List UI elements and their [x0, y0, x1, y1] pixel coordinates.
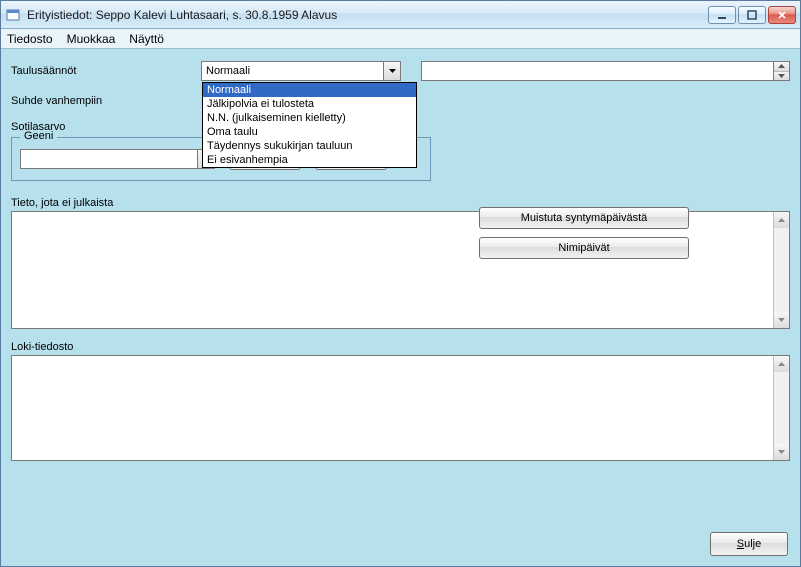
menu-bar: Tiedosto Muokkaa Näyttö	[1, 29, 800, 49]
spin-down-icon[interactable]	[774, 72, 789, 81]
spinner-controls	[774, 61, 790, 81]
loki-textarea[interactable]	[12, 356, 773, 460]
window-title: Erityistiedot: Seppo Kalevi Luhtasaari, …	[27, 8, 708, 22]
right-button-stack: Muistuta syntymäpäivästä Nimipäivät	[479, 207, 689, 259]
dropdown-option[interactable]: Ei esivanhempia	[203, 153, 416, 167]
app-icon	[5, 7, 21, 23]
dropdown-option[interactable]: Normaali	[203, 83, 416, 97]
minimize-button[interactable]	[708, 6, 736, 24]
dropdown-option[interactable]: N.N. (julkaiseminen kielletty)	[203, 111, 416, 125]
right-text-field[interactable]	[421, 61, 774, 81]
menu-file[interactable]: Tiedosto	[7, 32, 53, 46]
scroll-up-icon[interactable]	[773, 356, 789, 372]
taulusaannot-dropdown: Normaali Jälkipolvia ei tulosteta N.N. (…	[202, 82, 417, 168]
title-bar: Erityistiedot: Seppo Kalevi Luhtasaari, …	[1, 1, 800, 29]
scrollbar-track	[773, 372, 789, 444]
maximize-button[interactable]	[738, 6, 766, 24]
label-suhde: Suhde vanhempiin	[11, 95, 201, 107]
scroll-down-icon[interactable]	[773, 312, 789, 328]
muistuta-button[interactable]: Muistuta syntymäpäivästä	[479, 207, 689, 229]
dropdown-option[interactable]: Jälkipolvia ei tulosteta	[203, 97, 416, 111]
menu-edit[interactable]: Muokkaa	[67, 32, 116, 46]
chevron-down-icon[interactable]	[383, 62, 400, 80]
scroll-up-icon[interactable]	[773, 212, 789, 228]
taulusaannot-selected: Normaali	[202, 65, 383, 77]
scroll-down-icon[interactable]	[773, 444, 789, 460]
geeni-legend: Geeni	[20, 130, 57, 142]
label-taulusaannot: Taulusäännöt	[11, 65, 201, 77]
loki-textarea-wrap	[11, 355, 790, 461]
geeni-combo[interactable]	[20, 149, 215, 169]
window-frame: Erityistiedot: Seppo Kalevi Luhtasaari, …	[0, 0, 801, 567]
spin-up-icon[interactable]	[774, 62, 789, 72]
label-loki: Loki-tiedosto	[11, 341, 790, 353]
nimipaivat-button[interactable]: Nimipäivät	[479, 237, 689, 259]
dropdown-option[interactable]: Täydennys sukukirjan tauluun	[203, 139, 416, 153]
window-controls	[708, 6, 796, 24]
scrollbar-track	[773, 228, 789, 312]
sulje-button[interactable]: Sulje	[710, 532, 788, 556]
close-window-button[interactable]	[768, 6, 796, 24]
content-area: Taulusäännöt Normaali Normaali Jälkipolv…	[1, 49, 800, 566]
dropdown-option[interactable]: Oma taulu	[203, 125, 416, 139]
taulusaannot-combo[interactable]: Normaali Normaali Jälkipolvia ei tuloste…	[201, 61, 401, 81]
bottom-bar: Sulje	[710, 532, 788, 556]
menu-view[interactable]: Näyttö	[129, 32, 164, 46]
